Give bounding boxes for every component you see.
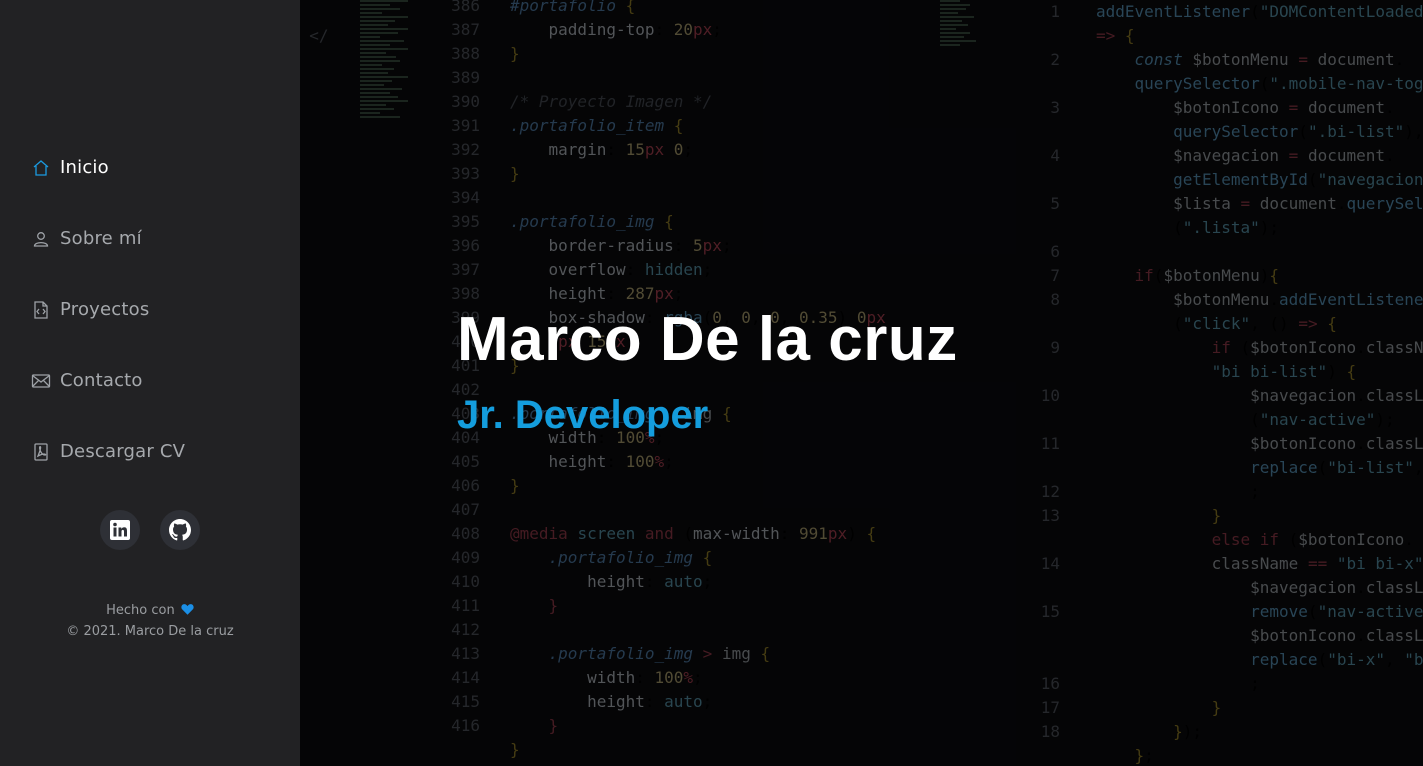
nav-item-label: Inicio — [60, 157, 109, 178]
envelope-icon — [30, 370, 52, 392]
nav-item-sobre-mi[interactable]: Sobre mí — [30, 221, 290, 256]
heart-icon — [181, 602, 194, 622]
hero-name: Marco De la cruz — [457, 305, 958, 374]
nav-item-inicio[interactable]: Inicio — [30, 150, 290, 185]
made-with-text: Hecho con — [106, 603, 175, 618]
footer-credits: Hecho con © 2021. Marco De la cruz — [0, 601, 300, 642]
linkedin-icon — [110, 520, 130, 540]
nav-item-descargar-cv[interactable]: Descargar CV — [30, 434, 290, 469]
pdf-file-icon — [30, 441, 52, 463]
code-file-icon — [30, 299, 52, 321]
nav-item-proyectos[interactable]: Proyectos — [30, 292, 290, 327]
github-button[interactable] — [160, 510, 200, 550]
sidebar: Inicio Sobre mí Proyectos Contacto Desca… — [0, 0, 300, 766]
linkedin-button[interactable] — [100, 510, 140, 550]
nav-item-label: Descargar CV — [60, 441, 186, 462]
nav-item-contacto[interactable]: Contacto — [30, 363, 290, 398]
social-links — [100, 510, 200, 550]
home-icon — [30, 157, 52, 179]
copyright-text: © 2021. Marco De la cruz — [66, 624, 234, 639]
github-icon — [169, 519, 191, 541]
hero-role: Jr. Developer — [457, 393, 709, 437]
nav-item-label: Proyectos — [60, 299, 150, 320]
user-icon — [30, 228, 52, 250]
hero: Marco De la cruz Jr. Developer — [457, 305, 958, 437]
nav-item-label: Sobre mí — [60, 228, 142, 249]
main-nav: Inicio Sobre mí Proyectos Contacto Desca… — [30, 150, 290, 505]
nav-item-label: Contacto — [60, 370, 143, 391]
